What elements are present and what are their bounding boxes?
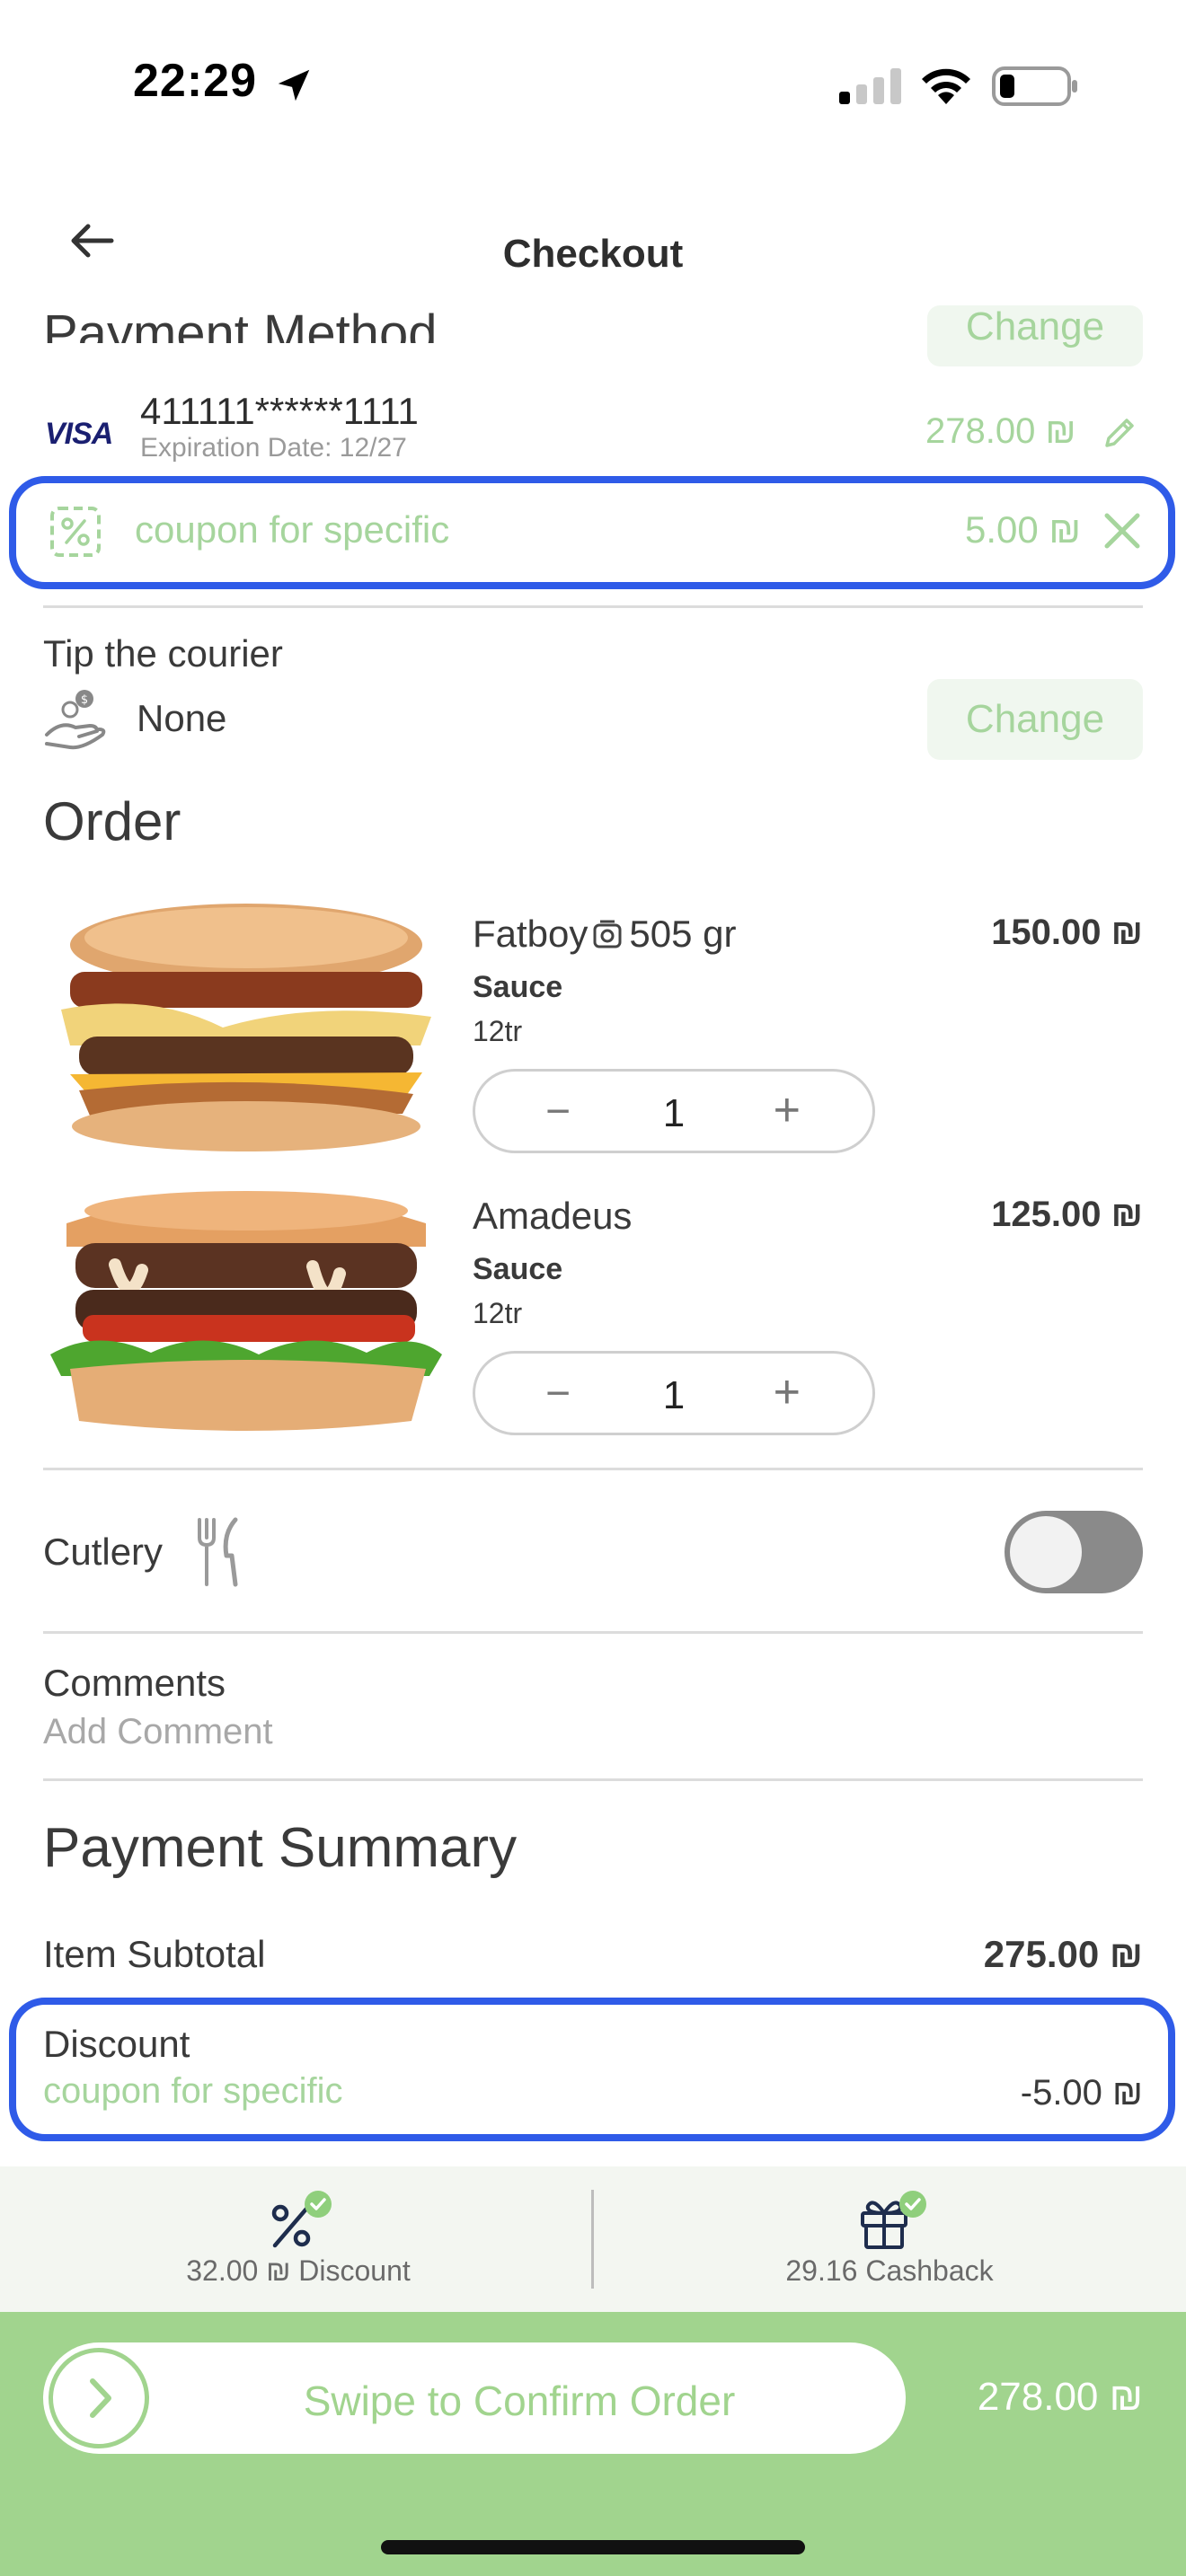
coupon-amount: 5.00 ₪ [965, 508, 1082, 551]
item-name-amadeus: Amadeus [473, 1195, 633, 1237]
item-option-value: 12tr [473, 1015, 523, 1047]
discount-amount: -5.00 ₪ [1020, 2073, 1143, 2113]
battery-icon [992, 66, 1077, 106]
tip-value: None [137, 697, 227, 739]
item-weight: 505 gr [629, 913, 737, 955]
order-title: Order [43, 791, 181, 851]
cutlery-toggle[interactable] [1005, 1511, 1143, 1593]
order-total: 278.00 ₪ [977, 2375, 1143, 2419]
swipe-handle[interactable] [49, 2348, 149, 2448]
comments-label: Comments [43, 1662, 226, 1704]
chevron-right-icon [90, 2378, 111, 2418]
tip-hand-coin-icon: $ [45, 690, 106, 750]
status-time: 22:29 [133, 55, 257, 107]
subtotal-amount: 275.00 ₪ [983, 1933, 1143, 1975]
discount-row [9, 1998, 1175, 2141]
quantity-value: 1 [662, 1091, 686, 1135]
card-number: 411111******1111 [140, 390, 419, 432]
swipe-to-confirm-slider[interactable]: Swipe to Confirm Order [43, 2342, 906, 2454]
change-payment-label: Change [965, 305, 1105, 348]
amadeus-burger-image [50, 1191, 442, 1431]
item-name-fatboy: Fatboy 505 gr [473, 913, 737, 956]
home-indicator [381, 2540, 805, 2554]
payment-summary-title: Payment Summary [43, 1817, 518, 1879]
svg-text:$: $ [81, 693, 88, 707]
card-charge-amount: 278.00 ₪ [925, 411, 1076, 451]
wifi-icon [922, 68, 970, 104]
toggle-knob [1010, 1516, 1082, 1588]
scale-weight-icon [593, 920, 622, 948]
item-price: 125.00 ₪ [991, 1195, 1143, 1234]
cutlery-label: Cutlery [43, 1531, 164, 1573]
item-price: 150.00 ₪ [991, 913, 1143, 952]
swipe-label: Swipe to Confirm Order [303, 2378, 736, 2424]
increase-quantity-button[interactable]: + [774, 1086, 801, 1134]
page-title: Checkout [502, 232, 684, 276]
coupon-label: coupon for specific [135, 508, 450, 551]
location-arrow-icon [278, 69, 310, 101]
card-expiration: Expiration Date: 12/27 [140, 433, 407, 463]
add-comment-field[interactable]: Add Comment [43, 1712, 273, 1752]
fork-knife-icon [198, 1517, 238, 1587]
benefits-divider [591, 2190, 594, 2289]
discount-benefit-text: 32.00 ₪ Discount [186, 2254, 411, 2287]
item-name-fatboy-text: Fatboy [473, 913, 589, 955]
item-option-title: Sauce [473, 970, 563, 1004]
divider [43, 605, 1143, 608]
item-option-value: 12tr [473, 1297, 523, 1329]
change-payment-button[interactable]: Change [927, 305, 1143, 366]
cashback-benefit-text: 29.16 Cashback [785, 2254, 994, 2287]
item-option-title: Sauce [473, 1252, 563, 1286]
cellular-signal-icon [839, 68, 901, 104]
divider [43, 1468, 1143, 1470]
discount-coupon-name: coupon for specific [43, 2071, 343, 2111]
remove-coupon-icon[interactable] [1102, 510, 1143, 551]
tip-label: Tip the courier [43, 632, 283, 675]
quantity-stepper: − 1 + [473, 1069, 875, 1153]
edit-pencil-icon[interactable] [1102, 415, 1137, 451]
visa-logo: VISA [45, 417, 113, 451]
fatboy-burger-image [61, 904, 431, 1151]
payment-method-title: Payment Method [43, 304, 438, 343]
coupon-percent-icon [50, 507, 101, 557]
change-tip-label: Change [965, 697, 1105, 741]
discount-percent-check-icon [271, 2191, 332, 2248]
divider [43, 1778, 1143, 1781]
quantity-stepper: − 1 + [473, 1351, 875, 1435]
increase-quantity-button[interactable]: + [774, 1368, 801, 1416]
gift-check-icon [861, 2191, 926, 2249]
divider [43, 1631, 1143, 1634]
discount-label: Discount [43, 2023, 190, 2065]
change-tip-button[interactable]: Change [927, 679, 1143, 760]
subtotal-label: Item Subtotal [43, 1933, 266, 1975]
quantity-value: 1 [662, 1373, 686, 1417]
